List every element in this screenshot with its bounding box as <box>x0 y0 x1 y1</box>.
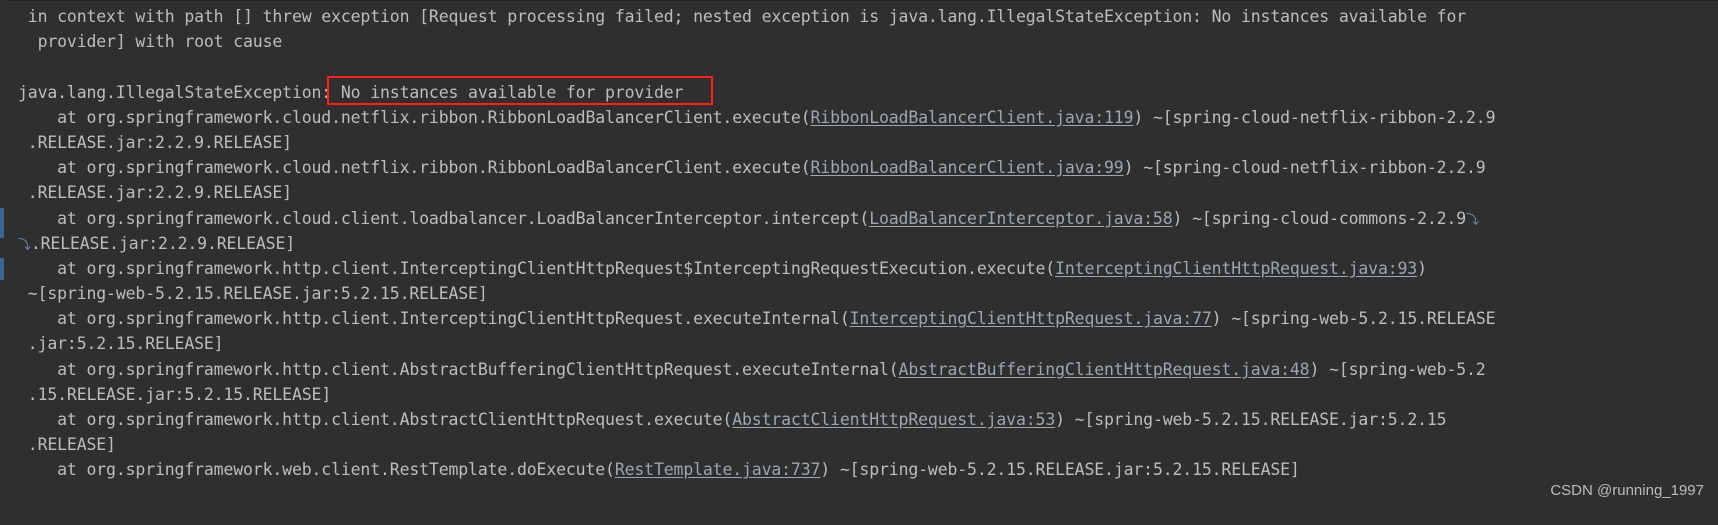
stacktrace-line: java.lang.IllegalStateException: No inst… <box>0 80 1718 105</box>
stacktrace-text: in context with path [] threw exception … <box>18 7 1467 26</box>
stacktrace-line: .RELEASE.jar:2.2.9.RELEASE] <box>0 180 1718 205</box>
stacktrace-text: provider] with root cause <box>18 32 283 52</box>
stacktrace-line: at org.springframework.http.client.Inter… <box>0 256 1718 281</box>
stacktrace-text: ) ~[spring-web-5.2.15.RELEASE.jar:5.2.15… <box>820 460 1300 480</box>
stacktrace-text: at org.springframework.http.client.Inter… <box>18 309 850 329</box>
stacktrace-text: .RELEASE.jar:2.2.9.RELEASE] <box>18 183 292 203</box>
stacktrace-text: ) ~[spring-cloud-netflix-ribbon-2.2.9 <box>1133 107 1496 127</box>
stacktrace-line: ⤵.RELEASE.jar:2.2.9.RELEASE] <box>0 231 1718 256</box>
stacktrace-text: ) ~[spring-web-5.2.15.RELEASE <box>1211 309 1496 329</box>
stacktrace-text: at org.springframework.http.client.Inter… <box>18 258 1056 278</box>
stacktrace-text: at org.springframework.http.client.Abstr… <box>18 410 733 429</box>
source-location-link[interactable]: InterceptingClientHttpRequest.java:93 <box>1055 259 1417 278</box>
stacktrace-text: ) ~[spring-web-5.2 <box>1309 359 1486 379</box>
stacktrace-text: .RELEASE] <box>18 435 116 455</box>
source-location-link[interactable]: RibbonLoadBalancerClient.java:119 <box>811 108 1134 127</box>
stacktrace-text: .jar:5.2.15.RELEASE] <box>18 334 224 354</box>
stacktrace-line: at org.springframework.web.client.RestTe… <box>0 457 1718 482</box>
stacktrace-line: at org.springframework.cloud.netflix.rib… <box>0 155 1718 180</box>
stacktrace-line: .15.RELEASE.jar:5.2.15.RELEASE] <box>0 382 1718 407</box>
stacktrace-line: at org.springframework.http.client.Abstr… <box>0 407 1718 432</box>
stacktrace-text: java.lang.IllegalStateException: No inst… <box>18 82 684 102</box>
stacktrace-text: ~[spring-web-5.2.15.RELEASE.jar:5.2.15.R… <box>18 284 488 304</box>
source-location-link[interactable]: LoadBalancerInterceptor.java:58 <box>869 209 1172 228</box>
stacktrace-line: ~[spring-web-5.2.15.RELEASE.jar:5.2.15.R… <box>0 281 1718 306</box>
stacktrace-line: at org.springframework.http.client.Abstr… <box>0 357 1718 382</box>
source-location-link[interactable]: InterceptingClientHttpRequest.java:77 <box>850 309 1212 328</box>
stacktrace-text: at org.springframework.cloud.client.load… <box>18 208 870 228</box>
stacktrace-text: at org.springframework.cloud.netflix.rib… <box>18 107 811 127</box>
stacktrace-text: .RELEASE.jar:2.2.9.RELEASE] <box>30 233 296 253</box>
stacktrace-line: .jar:5.2.15.RELEASE] <box>0 331 1718 356</box>
line-wrap-icon: ⤵ <box>18 237 31 253</box>
stacktrace-line-list: in context with path [] threw exception … <box>0 0 1718 483</box>
source-location-link[interactable]: AbstractClientHttpRequest.java:53 <box>732 410 1055 429</box>
stacktrace-text: .RELEASE.jar:2.2.9.RELEASE] <box>18 132 292 152</box>
source-location-link[interactable]: RibbonLoadBalancerClient.java:99 <box>811 158 1124 177</box>
stacktrace-text: .15.RELEASE.jar:5.2.15.RELEASE] <box>18 384 332 404</box>
stacktrace-text: ) <box>1417 258 1427 278</box>
stacktrace-line: at org.springframework.cloud.netflix.rib… <box>0 105 1718 130</box>
stacktrace-text: at org.springframework.web.client.RestTe… <box>18 460 615 480</box>
source-location-link[interactable]: AbstractBufferingClientHttpRequest.java:… <box>899 360 1310 379</box>
stacktrace-line: in context with path [] threw exception … <box>0 4 1718 29</box>
stacktrace-line: .RELEASE.jar:2.2.9.RELEASE] <box>0 130 1718 155</box>
stacktrace-text: at org.springframework.http.client.Abstr… <box>18 359 899 379</box>
stacktrace-line: provider] with root cause <box>0 29 1718 54</box>
stacktrace-text: ) ~[spring-cloud-netflix-ribbon-2.2.9 <box>1123 158 1486 178</box>
line-wrap-icon: ⤵ <box>1466 212 1479 228</box>
stacktrace-line: .RELEASE] <box>0 432 1718 457</box>
source-location-link[interactable]: RestTemplate.java:737 <box>615 460 821 479</box>
stacktrace-text: ) ~[spring-cloud-commons-2.2.9 <box>1172 208 1467 228</box>
stacktrace-text: ) ~[spring-web-5.2.15.RELEASE.jar:5.2.15 <box>1055 410 1447 429</box>
console-output-panel[interactable]: in context with path [] threw exception … <box>0 0 1718 525</box>
stacktrace-text: at org.springframework.cloud.netflix.rib… <box>18 158 811 178</box>
stacktrace-line <box>0 54 1718 79</box>
stacktrace-line: at org.springframework.http.client.Inter… <box>0 306 1718 331</box>
stacktrace-line: at org.springframework.cloud.client.load… <box>0 206 1718 231</box>
watermark-label: CSDN @running_1997 <box>1550 482 1704 499</box>
